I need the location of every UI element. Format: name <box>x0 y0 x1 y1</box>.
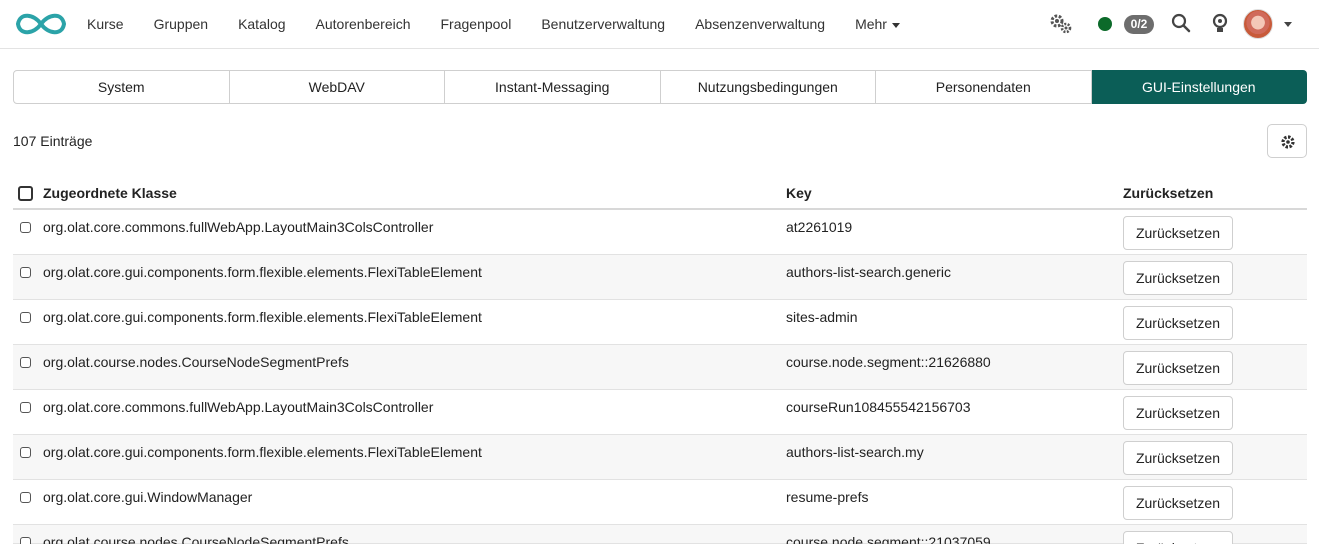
cell-class: org.olat.core.commons.fullWebApp.LayoutM… <box>43 399 434 415</box>
reset-button[interactable]: Zurücksetzen <box>1123 486 1233 520</box>
nav-autorenbereich[interactable]: Autorenbereich <box>301 0 426 48</box>
chevron-down-icon[interactable] <box>1284 22 1292 27</box>
row-checkbox[interactable] <box>20 312 31 323</box>
nav-benutzerverwaltung[interactable]: Benutzerverwaltung <box>526 0 680 48</box>
reset-button[interactable]: Zurücksetzen <box>1123 441 1233 475</box>
cell-key: course.node.segment::21037059 <box>786 534 991 544</box>
column-header-key[interactable]: Key <box>786 185 812 201</box>
admin-tabs: System WebDAV Instant-Messaging Nutzungs… <box>13 70 1307 104</box>
tab-webdav[interactable]: WebDAV <box>229 70 445 104</box>
chevron-down-icon <box>891 22 900 28</box>
table-row: org.olat.core.commons.fullWebApp.LayoutM… <box>13 390 1307 435</box>
search-icon[interactable] <box>1171 13 1191 33</box>
table-header: Zugeordnete Klasse Key Zurücksetzen <box>13 178 1307 210</box>
nav-mehr-dropdown[interactable]: Mehr <box>840 0 915 48</box>
table-settings-button[interactable] <box>1267 124 1307 158</box>
table-row: org.olat.course.nodes.CourseNodeSegmentP… <box>13 525 1307 544</box>
tab-personendaten[interactable]: Personendaten <box>876 70 1092 104</box>
cell-key: resume-prefs <box>786 489 869 505</box>
cell-class: org.olat.core.gui.components.form.flexib… <box>43 444 482 460</box>
openolat-logo[interactable] <box>14 10 68 38</box>
cell-key: authors-list-search.generic <box>786 264 951 280</box>
main-nav: Kurse Gruppen Katalog Autorenbereich Fra… <box>72 0 915 48</box>
online-status-icon[interactable] <box>1098 17 1112 31</box>
table-row: org.olat.core.gui.components.form.flexib… <box>13 255 1307 300</box>
cell-class: org.olat.course.nodes.CourseNodeSegmentP… <box>43 354 349 370</box>
nav-katalog[interactable]: Katalog <box>223 0 300 48</box>
cell-class: org.olat.course.nodes.CourseNodeSegmentP… <box>43 534 349 544</box>
column-header-class[interactable]: Zugeordnete Klasse <box>43 185 177 201</box>
cell-class: org.olat.core.gui.WindowManager <box>43 489 253 505</box>
row-checkbox[interactable] <box>20 402 31 413</box>
cell-key: course.node.segment::21626880 <box>786 354 991 370</box>
cell-key: sites-admin <box>786 309 858 325</box>
tab-system[interactable]: System <box>13 70 230 104</box>
row-checkbox[interactable] <box>20 222 31 233</box>
top-navbar: Kurse Gruppen Katalog Autorenbereich Fra… <box>0 0 1319 49</box>
reset-button[interactable]: Zurücksetzen <box>1123 396 1233 430</box>
column-header-reset: Zurücksetzen <box>1123 185 1214 201</box>
nav-fragenpool[interactable]: Fragenpool <box>426 0 527 48</box>
table-row: org.olat.core.commons.fullWebApp.LayoutM… <box>13 210 1307 255</box>
entries-count: 107 Einträge <box>13 133 93 149</box>
nav-gruppen[interactable]: Gruppen <box>139 0 223 48</box>
table-row: org.olat.core.gui.components.form.flexib… <box>13 300 1307 345</box>
tab-gui-einstellungen[interactable]: GUI-Einstellungen <box>1091 70 1307 104</box>
user-avatar[interactable] <box>1243 9 1273 39</box>
nav-mehr-label: Mehr <box>855 16 887 32</box>
lightbulb-icon[interactable] <box>1210 13 1230 35</box>
row-checkbox[interactable] <box>20 537 31 544</box>
row-checkbox[interactable] <box>20 267 31 278</box>
row-checkbox[interactable] <box>20 357 31 368</box>
gear-icon <box>1281 135 1295 149</box>
select-all-checkbox[interactable] <box>18 186 33 201</box>
admin-gears-icon[interactable] <box>1049 13 1073 35</box>
cell-class: org.olat.core.gui.components.form.flexib… <box>43 264 482 280</box>
cell-key: authors-list-search.my <box>786 444 924 460</box>
reset-button[interactable]: Zurücksetzen <box>1123 306 1233 340</box>
row-checkbox[interactable] <box>20 492 31 503</box>
reset-button[interactable]: Zurücksetzen <box>1123 531 1233 544</box>
notification-count-badge[interactable]: 0/2 <box>1124 15 1154 34</box>
reset-button[interactable]: Zurücksetzen <box>1123 216 1233 250</box>
cell-class: org.olat.core.gui.components.form.flexib… <box>43 309 482 325</box>
nav-kurse[interactable]: Kurse <box>72 0 139 48</box>
nav-absenzenverwaltung[interactable]: Absenzenverwaltung <box>680 0 840 48</box>
cell-key: at2261019 <box>786 219 853 235</box>
table-row: org.olat.core.gui.components.form.flexib… <box>13 435 1307 480</box>
row-checkbox[interactable] <box>20 447 31 458</box>
tab-nutzungsbedingungen[interactable]: Nutzungsbedingungen <box>660 70 876 104</box>
tab-instant-messaging[interactable]: Instant-Messaging <box>445 70 661 104</box>
table-row: org.olat.core.gui.WindowManager resume-p… <box>13 480 1307 525</box>
reset-button[interactable]: Zurücksetzen <box>1123 261 1233 295</box>
table-row: org.olat.course.nodes.CourseNodeSegmentP… <box>13 345 1307 390</box>
cell-class: org.olat.core.commons.fullWebApp.LayoutM… <box>43 219 434 235</box>
cell-key: courseRun108455542156703 <box>786 399 971 415</box>
reset-button[interactable]: Zurücksetzen <box>1123 351 1233 385</box>
